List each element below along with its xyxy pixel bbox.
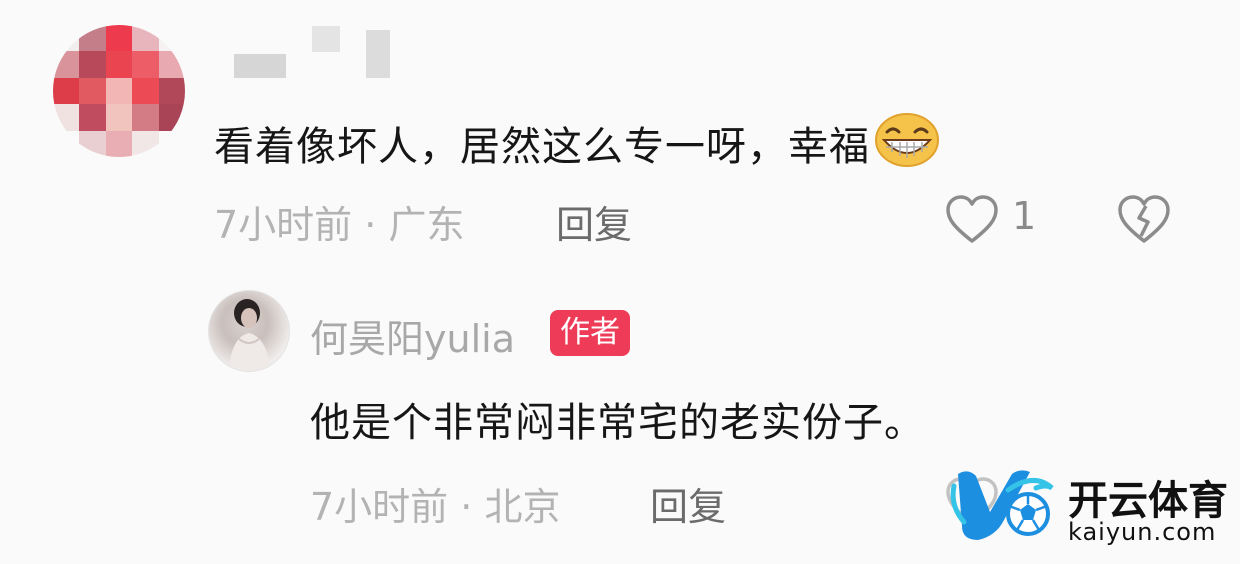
commenter-username[interactable]	[234, 24, 392, 80]
author-badge: 作者	[550, 310, 630, 356]
broken-heart-icon	[1118, 195, 1170, 243]
meta-separator: ·	[364, 203, 377, 247]
reply-text: 他是个非常闷非常宅的老实份子。	[310, 400, 925, 446]
like-count: 1	[1012, 194, 1037, 238]
comment-location: 广东	[388, 203, 465, 247]
grin-emoji-icon	[874, 112, 940, 178]
author-name[interactable]: 何昊阳yulia	[310, 308, 515, 363]
reply-time: 7小时前	[310, 485, 449, 529]
commenter-avatar[interactable]	[53, 25, 185, 157]
heart-icon	[946, 195, 998, 243]
watermark-subtitle: kaiyun.com	[1068, 518, 1217, 546]
author-avatar[interactable]	[208, 290, 290, 372]
comment-reply-button[interactable]: 回复	[556, 194, 632, 249]
comment-meta: 7小时前 · 广东	[214, 194, 464, 249]
comment-text: 看着像坏人，居然这么专一呀，幸福	[214, 112, 940, 178]
reply-reply-button[interactable]: 回复	[650, 476, 726, 531]
comment-body: 看着像坏人，居然这么专一呀，幸福	[214, 124, 870, 170]
meta-separator: ·	[460, 485, 473, 529]
watermark-logo-icon	[950, 466, 1060, 546]
dislike-button[interactable]	[1116, 194, 1172, 246]
like-button[interactable]	[944, 194, 1000, 246]
reply-location: 北京	[484, 485, 561, 529]
reply-meta: 7小时前 · 北京	[310, 476, 560, 531]
comment-time: 7小时前	[214, 203, 353, 247]
